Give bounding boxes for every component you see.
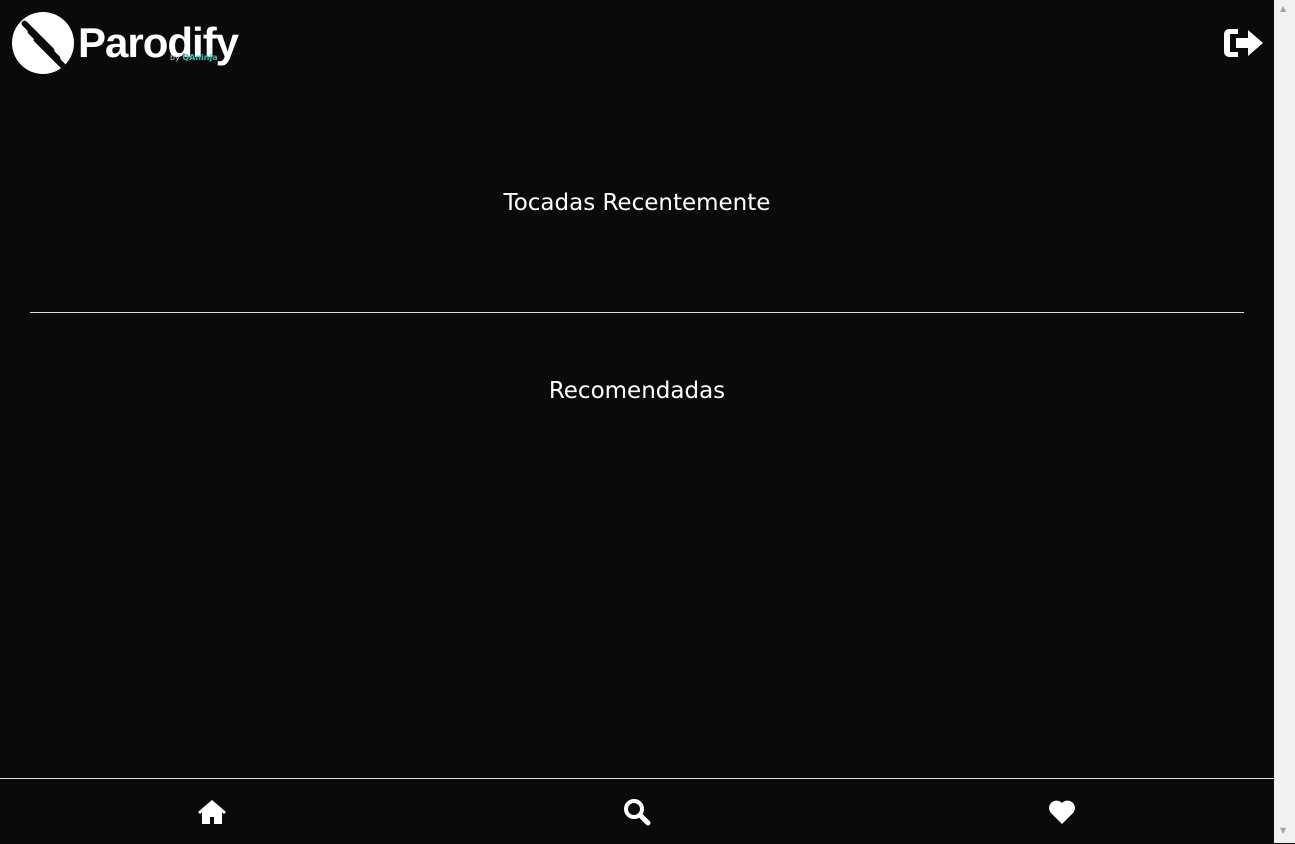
search-icon: [624, 798, 651, 825]
logo-byline: by QAninja: [170, 53, 218, 62]
divider: [30, 312, 1244, 313]
logout-button[interactable]: [1222, 26, 1266, 60]
scrollbar[interactable]: ▲ ▼: [1274, 0, 1295, 843]
nav-home[interactable]: [0, 779, 425, 844]
sign-out-icon: [1224, 29, 1263, 57]
recently-played-title: Tocadas Recentemente: [503, 190, 771, 216]
logo[interactable]: Parodify: [12, 12, 239, 74]
heart-icon: [1048, 800, 1075, 824]
home-icon: [198, 799, 227, 824]
recommended-title: Recomendadas: [548, 378, 726, 404]
app: Parodify by QAninja Tocadas Recentemente…: [0, 0, 1274, 843]
logo-mark-icon: [12, 12, 74, 74]
bottom-nav: [0, 778, 1274, 844]
nav-favorites[interactable]: [849, 779, 1274, 844]
nav-search[interactable]: [425, 779, 850, 844]
